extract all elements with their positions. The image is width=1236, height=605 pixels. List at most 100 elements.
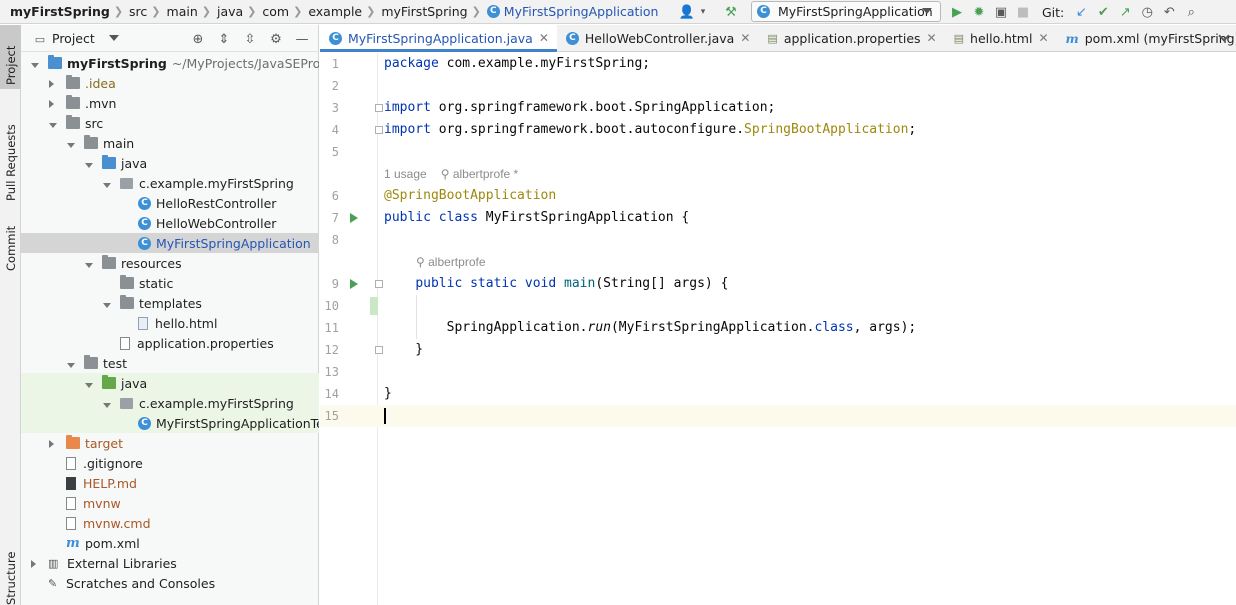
tree-toggle[interactable] [103,296,120,311]
project-panel-title[interactable]: Project [52,31,95,46]
run-configuration-select[interactable]: C MyFirstSpringApplication [751,1,941,22]
tree-toggle[interactable] [49,76,66,91]
fold-icon[interactable] [375,104,383,112]
tree-item[interactable]: ✎ Scratches and Consoles [21,573,319,593]
git-push-icon[interactable]: ↗ [1114,1,1136,23]
tree-toggle[interactable] [31,56,48,71]
breadcrumb-item[interactable]: java [217,4,243,19]
expand-all-icon[interactable]: ⇕ [211,28,237,50]
tree-item[interactable]: .idea [21,73,319,93]
code-line[interactable]: 8 [320,229,1236,251]
code-line[interactable]: 6 @SpringBootApplication [320,185,1236,207]
chevron-down-icon[interactable]: ▾ [698,1,708,23]
chevron-down-icon[interactable] [103,302,111,308]
code-line[interactable]: 5 [320,141,1236,163]
editor-tab[interactable]: mpom.xml (myFirstSpring)✕ [1057,25,1236,51]
stop-icon[interactable]: ■ [1012,1,1034,23]
tool-tab-commit[interactable]: Commit [0,211,21,271]
chevron-down-icon[interactable] [85,262,93,268]
tree-item[interactable]: mvnw.cmd [21,513,319,533]
tree-item[interactable]: resources [21,253,319,273]
gear-icon[interactable]: ⚙ [263,28,289,50]
search-icon[interactable]: ⌕ [1180,1,1202,23]
close-icon[interactable]: ✕ [927,31,937,45]
code-line[interactable]: 7 public class MyFirstSpringApplication { [320,207,1236,229]
editor-tab[interactable]: ▤ hello.html ✕ [945,25,1057,51]
change-marker[interactable] [370,297,378,315]
tool-tab-project[interactable]: Project [0,25,21,89]
code-line[interactable]: 4 import org.springframework.boot.autocon… [320,119,1236,141]
history-icon[interactable]: ◷ [1136,1,1158,23]
breadcrumb-item[interactable]: MyFirstSpringApplication [504,4,659,19]
chevron-down-icon[interactable] [103,182,111,188]
editor-tab[interactable]: C MyFirstSpringApplication.java ✕ [320,25,557,52]
tree-item[interactable]: C HelloWebController [21,213,319,233]
tool-tab-pull-requests[interactable]: Pull Requests [0,105,21,201]
tree-item[interactable]: mvnw [21,493,319,513]
chevron-right-icon[interactable] [49,439,54,448]
tree-toggle[interactable] [85,156,102,171]
chevron-right-icon[interactable] [49,99,54,108]
fold-icon[interactable] [375,126,383,134]
tree-item[interactable]: c.example.myFirstSpring [21,173,319,193]
close-icon[interactable]: ✕ [1038,31,1048,45]
rollback-icon[interactable]: ↶ [1158,1,1180,23]
tree-item[interactable]: C HelloRestController [21,193,319,213]
code-line[interactable]: 9 public static void main(String[] args)… [320,273,1236,295]
chevron-down-icon[interactable] [49,122,57,128]
author-hint[interactable]: albertprofe [428,255,485,269]
fold-icon[interactable] [375,280,383,288]
code-line[interactable]: 3 import org.springframework.boot.SpringA… [320,97,1236,119]
coverage-icon[interactable]: ▣ [990,1,1012,23]
tree-toggle[interactable] [49,436,66,451]
breadcrumb-item[interactable]: src [129,4,147,19]
tree-item[interactable]: C MyFirstSpringApplicationTests [21,413,319,433]
editor-tab[interactable]: ▤ application.properties ✕ [758,25,944,51]
collapse-all-icon[interactable]: ⇳ [237,28,263,50]
code-line[interactable]: 12 } [320,339,1236,361]
tree-item[interactable]: templates [21,293,319,313]
git-update-icon[interactable]: ↙ [1070,1,1092,23]
breadcrumb-item[interactable]: myFirstSpring [10,4,110,19]
tree-item[interactable]: src [21,113,319,133]
tree-item[interactable]: static [21,273,319,293]
code-line[interactable]: 14} [320,383,1236,405]
chevron-down-icon[interactable] [67,362,75,368]
code-line[interactable]: 2 [320,75,1236,97]
code-line[interactable]: 13 [320,361,1236,383]
chevron-down-icon[interactable] [31,62,39,68]
code-line[interactable]: 10 [320,295,1236,317]
tree-item[interactable]: main [21,133,319,153]
usage-count[interactable]: 1 usage [384,167,427,181]
chevron-right-icon[interactable] [31,559,36,568]
tree-item[interactable]: ▥ External Libraries [21,553,319,573]
tree-toggle[interactable] [103,176,120,191]
run-gutter-icon[interactable] [350,279,358,289]
git-commit-icon[interactable]: ✔ [1092,1,1114,23]
tree-toggle[interactable] [31,556,48,571]
tree-item[interactable]: test [21,353,319,373]
code-line[interactable]: 15 [320,405,1236,427]
code-editor[interactable]: 1 package com.example.myFirstSpring; 2 3 imp… [320,53,1236,605]
author-hint[interactable]: albertprofe * [453,167,518,181]
tree-item[interactable]: m pom.xml [21,533,319,553]
author-hint-line[interactable]: ⚲ albertprofe [416,251,486,273]
tree-item[interactable]: C MyFirstSpringApplication [21,233,319,253]
tool-tab-structure[interactable]: Structure [0,541,21,605]
tree-item[interactable]: .mvn [21,93,319,113]
locate-icon[interactable]: ⊕ [185,28,211,50]
tree-toggle[interactable] [49,116,66,131]
debug-icon[interactable]: ✹ [968,1,990,23]
tree-toggle[interactable] [67,356,84,371]
tree-item[interactable]: java [21,373,319,393]
tree-item[interactable]: c.example.myFirstSpring [21,393,319,413]
chevron-down-icon[interactable] [85,382,93,388]
chevron-down-icon[interactable] [108,35,119,41]
close-icon[interactable]: ✕ [740,31,750,45]
tree-toggle[interactable] [85,256,102,271]
run-icon[interactable]: ▶ [946,1,968,23]
run-gutter-icon[interactable] [350,213,358,223]
usage-hint[interactable]: 1 usage ⚲ albertprofe * [384,163,518,185]
breadcrumb-item[interactable]: main [167,4,198,19]
breadcrumb-item[interactable]: example [308,4,362,19]
